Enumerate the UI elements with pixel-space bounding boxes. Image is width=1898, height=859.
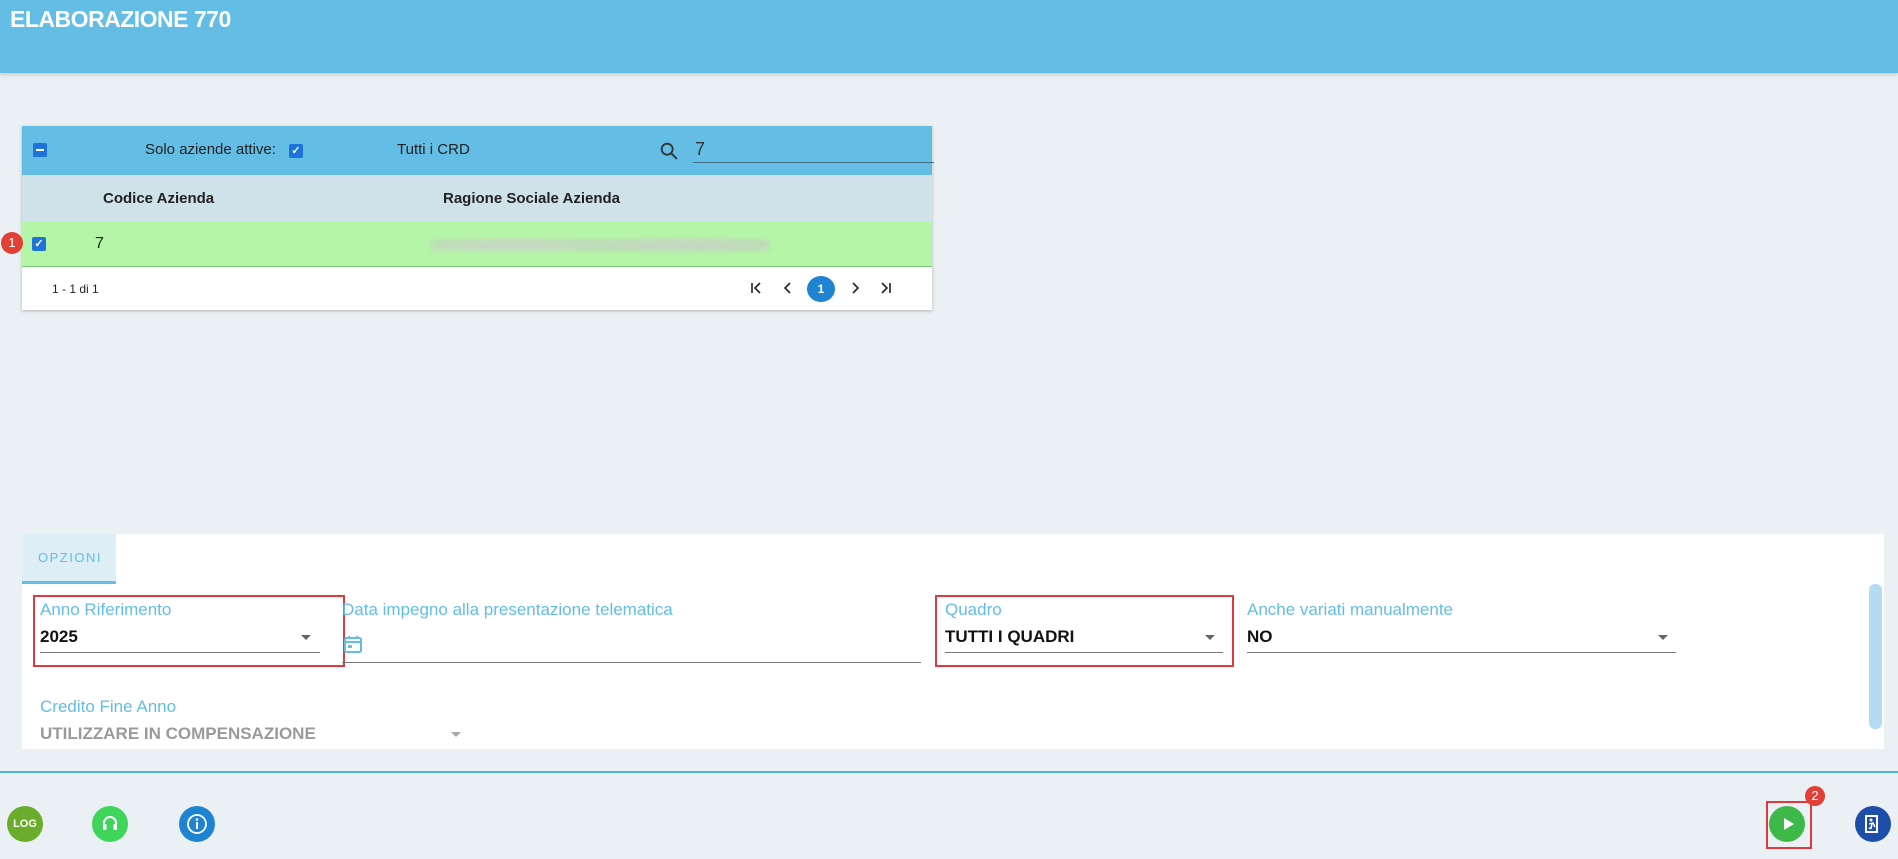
- log-button[interactable]: LOG: [7, 806, 43, 842]
- tutti-crd-toggle[interactable]: Tutti i CRD: [397, 141, 470, 158]
- pager: 1 - 1 di 1 1: [22, 267, 932, 310]
- column-header-ragione-sociale[interactable]: Ragione Sociale Azienda: [443, 190, 620, 207]
- solo-aziende-attive-checkbox[interactable]: ✓: [289, 144, 303, 158]
- chevron-down-icon[interactable]: [1205, 635, 1215, 640]
- quadro-underline: [945, 652, 1223, 653]
- data-impegno-underline: [342, 662, 921, 663]
- table-row[interactable]: ✓ 7: [22, 222, 932, 267]
- data-impegno-label: Data impegno alla presentazione telemati…: [342, 600, 673, 619]
- log-label: LOG: [13, 818, 37, 830]
- anche-variati-label: Anche variati manualmente: [1247, 600, 1454, 619]
- grid-toolbar: Solo aziende attive: ✓ Tutti i CRD: [22, 126, 934, 175]
- play-icon: [1784, 818, 1794, 830]
- chevron-down-icon[interactable]: [1658, 635, 1668, 640]
- current-page-button[interactable]: 1: [807, 276, 835, 302]
- app-header: ELABORAZIONE 770: [0, 0, 1898, 73]
- prev-page-icon[interactable]: [777, 277, 799, 299]
- first-page-icon[interactable]: [745, 277, 767, 299]
- support-button[interactable]: [92, 806, 128, 842]
- anche-variati-select[interactable]: NO: [1247, 627, 1273, 647]
- anno-riferimento-label: Anno Riferimento: [40, 600, 172, 619]
- footer-divider: [0, 771, 1898, 773]
- solo-aziende-attive-label: Solo aziende attive:: [145, 141, 276, 158]
- quadro-label: Quadro: [945, 600, 1002, 619]
- tab-opzioni-label: OPZIONI: [38, 550, 102, 565]
- tab-opzioni[interactable]: OPZIONI: [22, 534, 116, 584]
- pager-info: 1 - 1 di 1: [52, 282, 99, 296]
- grid-header: Codice Azienda Ragione Sociale Azienda: [22, 175, 932, 222]
- run-button[interactable]: [1769, 806, 1805, 842]
- info-button[interactable]: [179, 806, 215, 842]
- step-badge-2: 2: [1805, 786, 1825, 806]
- chevron-down-icon[interactable]: [301, 635, 311, 640]
- row-checkbox[interactable]: ✓: [32, 237, 46, 251]
- search-icon[interactable]: [658, 140, 680, 162]
- step-badge-1: 1: [1, 232, 23, 254]
- credito-fine-anno-label: Credito Fine Anno: [40, 697, 177, 716]
- options-scrollbar[interactable]: [1869, 584, 1882, 729]
- calendar-icon[interactable]: [343, 634, 363, 654]
- quadro-select[interactable]: TUTTI I QUADRI: [945, 627, 1074, 647]
- column-header-codice[interactable]: Codice Azienda: [103, 190, 214, 207]
- headset-icon: [103, 816, 117, 830]
- ragione-sociale-cell-blurred: [430, 239, 770, 251]
- search-input[interactable]: [693, 136, 934, 163]
- codice-azienda-cell: 7: [95, 235, 104, 252]
- anche-variati-underline: [1247, 652, 1676, 653]
- exit-button[interactable]: [1855, 806, 1891, 842]
- credito-fine-anno-select[interactable]: UTILIZZARE IN COMPENSAZIONE: [40, 724, 316, 744]
- page-title: ELABORAZIONE 770: [10, 6, 231, 32]
- collapse-checkbox[interactable]: [33, 143, 47, 157]
- exit-door-icon: [1865, 815, 1878, 833]
- last-page-icon[interactable]: [875, 277, 897, 299]
- chevron-down-icon[interactable]: [451, 732, 461, 737]
- info-icon: [187, 814, 207, 834]
- company-grid: Solo aziende attive: ✓ Tutti i CRD Codic…: [1, 126, 934, 310]
- options-panel: OPZIONI Anno Riferimento 2025 Data impeg…: [22, 534, 1884, 749]
- anno-underline: [40, 652, 320, 653]
- next-page-icon[interactable]: [844, 277, 866, 299]
- anno-riferimento-select[interactable]: 2025: [40, 627, 78, 647]
